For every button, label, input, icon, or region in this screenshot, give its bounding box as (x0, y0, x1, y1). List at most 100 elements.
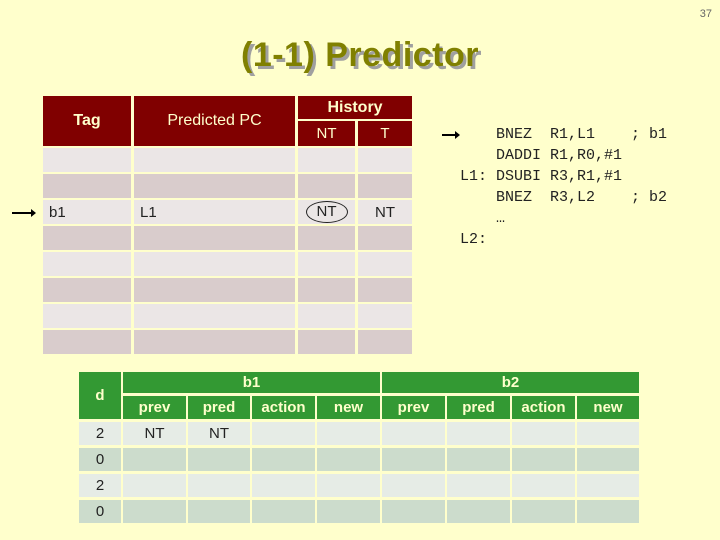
cell-predicted-pc (134, 148, 298, 174)
slide-title: (1-1) Predictor (241, 36, 479, 74)
header-d: d (79, 372, 123, 422)
cell-predicted-pc (134, 226, 298, 252)
cell-tag (43, 174, 134, 200)
trace-cell (512, 474, 577, 500)
trace-row: 0 (79, 448, 639, 474)
trace-cell (577, 422, 639, 448)
trace-row: 0 (79, 500, 639, 526)
trace-cell (188, 500, 252, 526)
cell-history-t (358, 252, 412, 278)
trace-cell (577, 500, 639, 526)
trace-cell (512, 422, 577, 448)
header-b2-prev: prev (382, 396, 447, 422)
trace-cell (512, 448, 577, 474)
trace-cell (252, 448, 317, 474)
trace-cell (382, 448, 447, 474)
cell-tag (43, 278, 134, 304)
cell-history-nt (298, 174, 358, 200)
header-b1-pred: pred (188, 396, 252, 422)
trace-cell (382, 474, 447, 500)
cell-history-t (358, 174, 412, 200)
prediction-trace-table: d b1 b2 prev pred action new prev pred action n… (79, 372, 639, 526)
cell-history-t (358, 304, 412, 330)
btb-row (43, 278, 412, 304)
header-history-t: T (358, 121, 412, 148)
btb-row (43, 174, 412, 200)
trace-cell (317, 422, 382, 448)
cell-history-t (358, 278, 412, 304)
trace-cell (123, 448, 188, 474)
header-history-nt: NT (298, 121, 358, 148)
trace-cell (188, 474, 252, 500)
trace-cell (252, 500, 317, 526)
header-history: History (298, 96, 412, 122)
cell-d: 2 (79, 422, 123, 448)
code-line: … (460, 210, 506, 227)
btb-row: b1 L1 NT NT (43, 200, 412, 226)
btb-row (43, 304, 412, 330)
cell-tag (43, 226, 134, 252)
trace-cell: NT (123, 422, 188, 448)
trace-row: 2 (79, 474, 639, 500)
trace-cell (447, 500, 512, 526)
code-line: DADDI R1,R0,#1 (460, 147, 623, 164)
cell-history-t (358, 330, 412, 356)
trace-cell (447, 448, 512, 474)
trace-cell (577, 448, 639, 474)
cell-tag (43, 252, 134, 278)
code-line: BNEZ R1,L1 ; b1 (460, 126, 668, 143)
cell-d: 0 (79, 448, 123, 474)
trace-cell (447, 422, 512, 448)
code-line: BNEZ R3,L2 ; b2 (460, 189, 668, 206)
cell-predicted-pc (134, 304, 298, 330)
trace-cell (317, 500, 382, 526)
header-b1-action: action (252, 396, 317, 422)
trace-cell (577, 474, 639, 500)
trace-cell (317, 448, 382, 474)
trace-row: 2 NT NT (79, 422, 639, 448)
cell-predicted-pc (134, 174, 298, 200)
cell-history-nt (298, 278, 358, 304)
cell-predicted-pc (134, 278, 298, 304)
header-b2-pred: pred (447, 396, 512, 422)
cell-history-t (358, 148, 412, 174)
btb-row (43, 226, 412, 252)
branch-target-buffer-table: Tag Predicted PC History NT T b1 L1 NT NT (43, 96, 412, 356)
header-b1-new: new (317, 396, 382, 422)
cell-history-nt (298, 252, 358, 278)
cell-history-t (358, 226, 412, 252)
header-b1: b1 (123, 372, 382, 396)
btb-row (43, 148, 412, 174)
cell-history-nt (298, 148, 358, 174)
trace-cell (512, 500, 577, 526)
current-entry-arrow-icon (12, 209, 36, 217)
trace-cell (382, 422, 447, 448)
slide-number: 37 (699, 8, 712, 20)
cell-history-nt (298, 304, 358, 330)
header-b2-new: new (577, 396, 639, 422)
cell-history-t: NT (358, 200, 412, 226)
header-tag: Tag (43, 96, 134, 148)
trace-cell (317, 474, 382, 500)
code-line: L2: (460, 231, 488, 248)
trace-cell (188, 448, 252, 474)
btb-row (43, 252, 412, 278)
cell-tag (43, 304, 134, 330)
btb-row (43, 330, 412, 356)
cell-predicted-pc (134, 252, 298, 278)
cell-predicted-pc (134, 330, 298, 356)
code-line: L1: DSUBI R3,R1,#1 (460, 168, 623, 185)
assembly-code: BNEZ R1,L1 ; b1 DADDI R1,R0,#1 L1: DSUBI … (460, 124, 667, 250)
cell-history-nt: NT (298, 200, 358, 226)
header-b1-prev: prev (123, 396, 188, 422)
cell-tag: b1 (43, 200, 134, 226)
current-instruction-arrow-icon (442, 131, 460, 139)
cell-tag (43, 330, 134, 356)
header-b2: b2 (382, 372, 639, 396)
trace-cell (382, 500, 447, 526)
current-history-highlight: NT (305, 201, 348, 223)
cell-history-nt (298, 226, 358, 252)
trace-cell (123, 474, 188, 500)
cell-d: 0 (79, 500, 123, 526)
trace-cell (123, 500, 188, 526)
